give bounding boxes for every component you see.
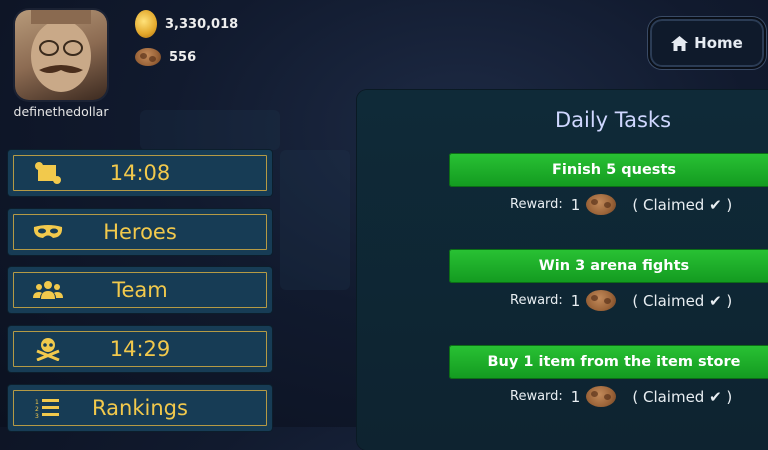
avatar-portrait-icon (31, 10, 91, 92)
reward-label: Reward: (510, 293, 563, 308)
reward-label: Reward: (510, 389, 563, 404)
task-win-arena: Win 3 arena fights (449, 249, 768, 283)
reward-status: ( Claimed ✔ ) (632, 387, 733, 406)
task-reward-row: Reward: 1 ( Claimed ✔ ) (449, 194, 768, 215)
username: definethedollar (13, 104, 109, 119)
svg-text:3: 3 (35, 413, 39, 419)
cookie-icon (586, 386, 617, 407)
cookie-icon (586, 194, 617, 215)
reward-amount: 1 (570, 195, 581, 214)
cookie-balance: 556 (135, 48, 196, 66)
background-panel-left (280, 150, 350, 290)
home-label: Home (694, 34, 743, 52)
skull-crossbones-icon (32, 337, 64, 361)
task-finish-quests: Finish 5 quests (449, 153, 768, 187)
menu-item-quests[interactable]: 14:08 (8, 150, 272, 196)
reward-status: ( Claimed ✔ ) (632, 291, 733, 310)
reward-amount: 1 (570, 387, 581, 406)
reward-amount: 1 (570, 291, 581, 310)
cookie-icon (135, 48, 161, 66)
ranked-list-icon: 1 2 3 (32, 396, 64, 420)
task-buy-item: Buy 1 item from the item store (449, 345, 768, 379)
menu-item-arena[interactable]: 14:29 (8, 326, 272, 372)
cookie-icon (586, 290, 617, 311)
menu-item-rankings[interactable]: 1 2 3 Rankings (8, 385, 272, 431)
task-reward-row: Reward: 1 ( Claimed ✔ ) (449, 290, 768, 311)
background-panel-top (140, 110, 280, 150)
menu-item-heroes[interactable]: Heroes (8, 209, 272, 255)
scroll-icon (32, 161, 64, 185)
gold-balance: 3,330,018 (135, 10, 238, 38)
avatar[interactable] (15, 10, 107, 100)
menu-item-team[interactable]: Team (8, 267, 272, 313)
reward-label: Reward: (510, 197, 563, 212)
home-button[interactable]: Home (648, 17, 766, 69)
home-icon (671, 35, 689, 51)
gold-amount: 3,330,018 (165, 16, 239, 32)
cookie-amount: 556 (169, 49, 197, 65)
svg-text:2: 2 (35, 406, 39, 413)
daily-tasks-title: Daily Tasks (554, 108, 672, 132)
task-reward-row: Reward: 1 ( Claimed ✔ ) (449, 386, 768, 407)
gold-coin-icon (135, 10, 157, 38)
team-icon (32, 278, 64, 302)
reward-status: ( Claimed ✔ ) (632, 195, 733, 214)
svg-text:1: 1 (35, 399, 39, 406)
mask-icon (32, 220, 64, 244)
